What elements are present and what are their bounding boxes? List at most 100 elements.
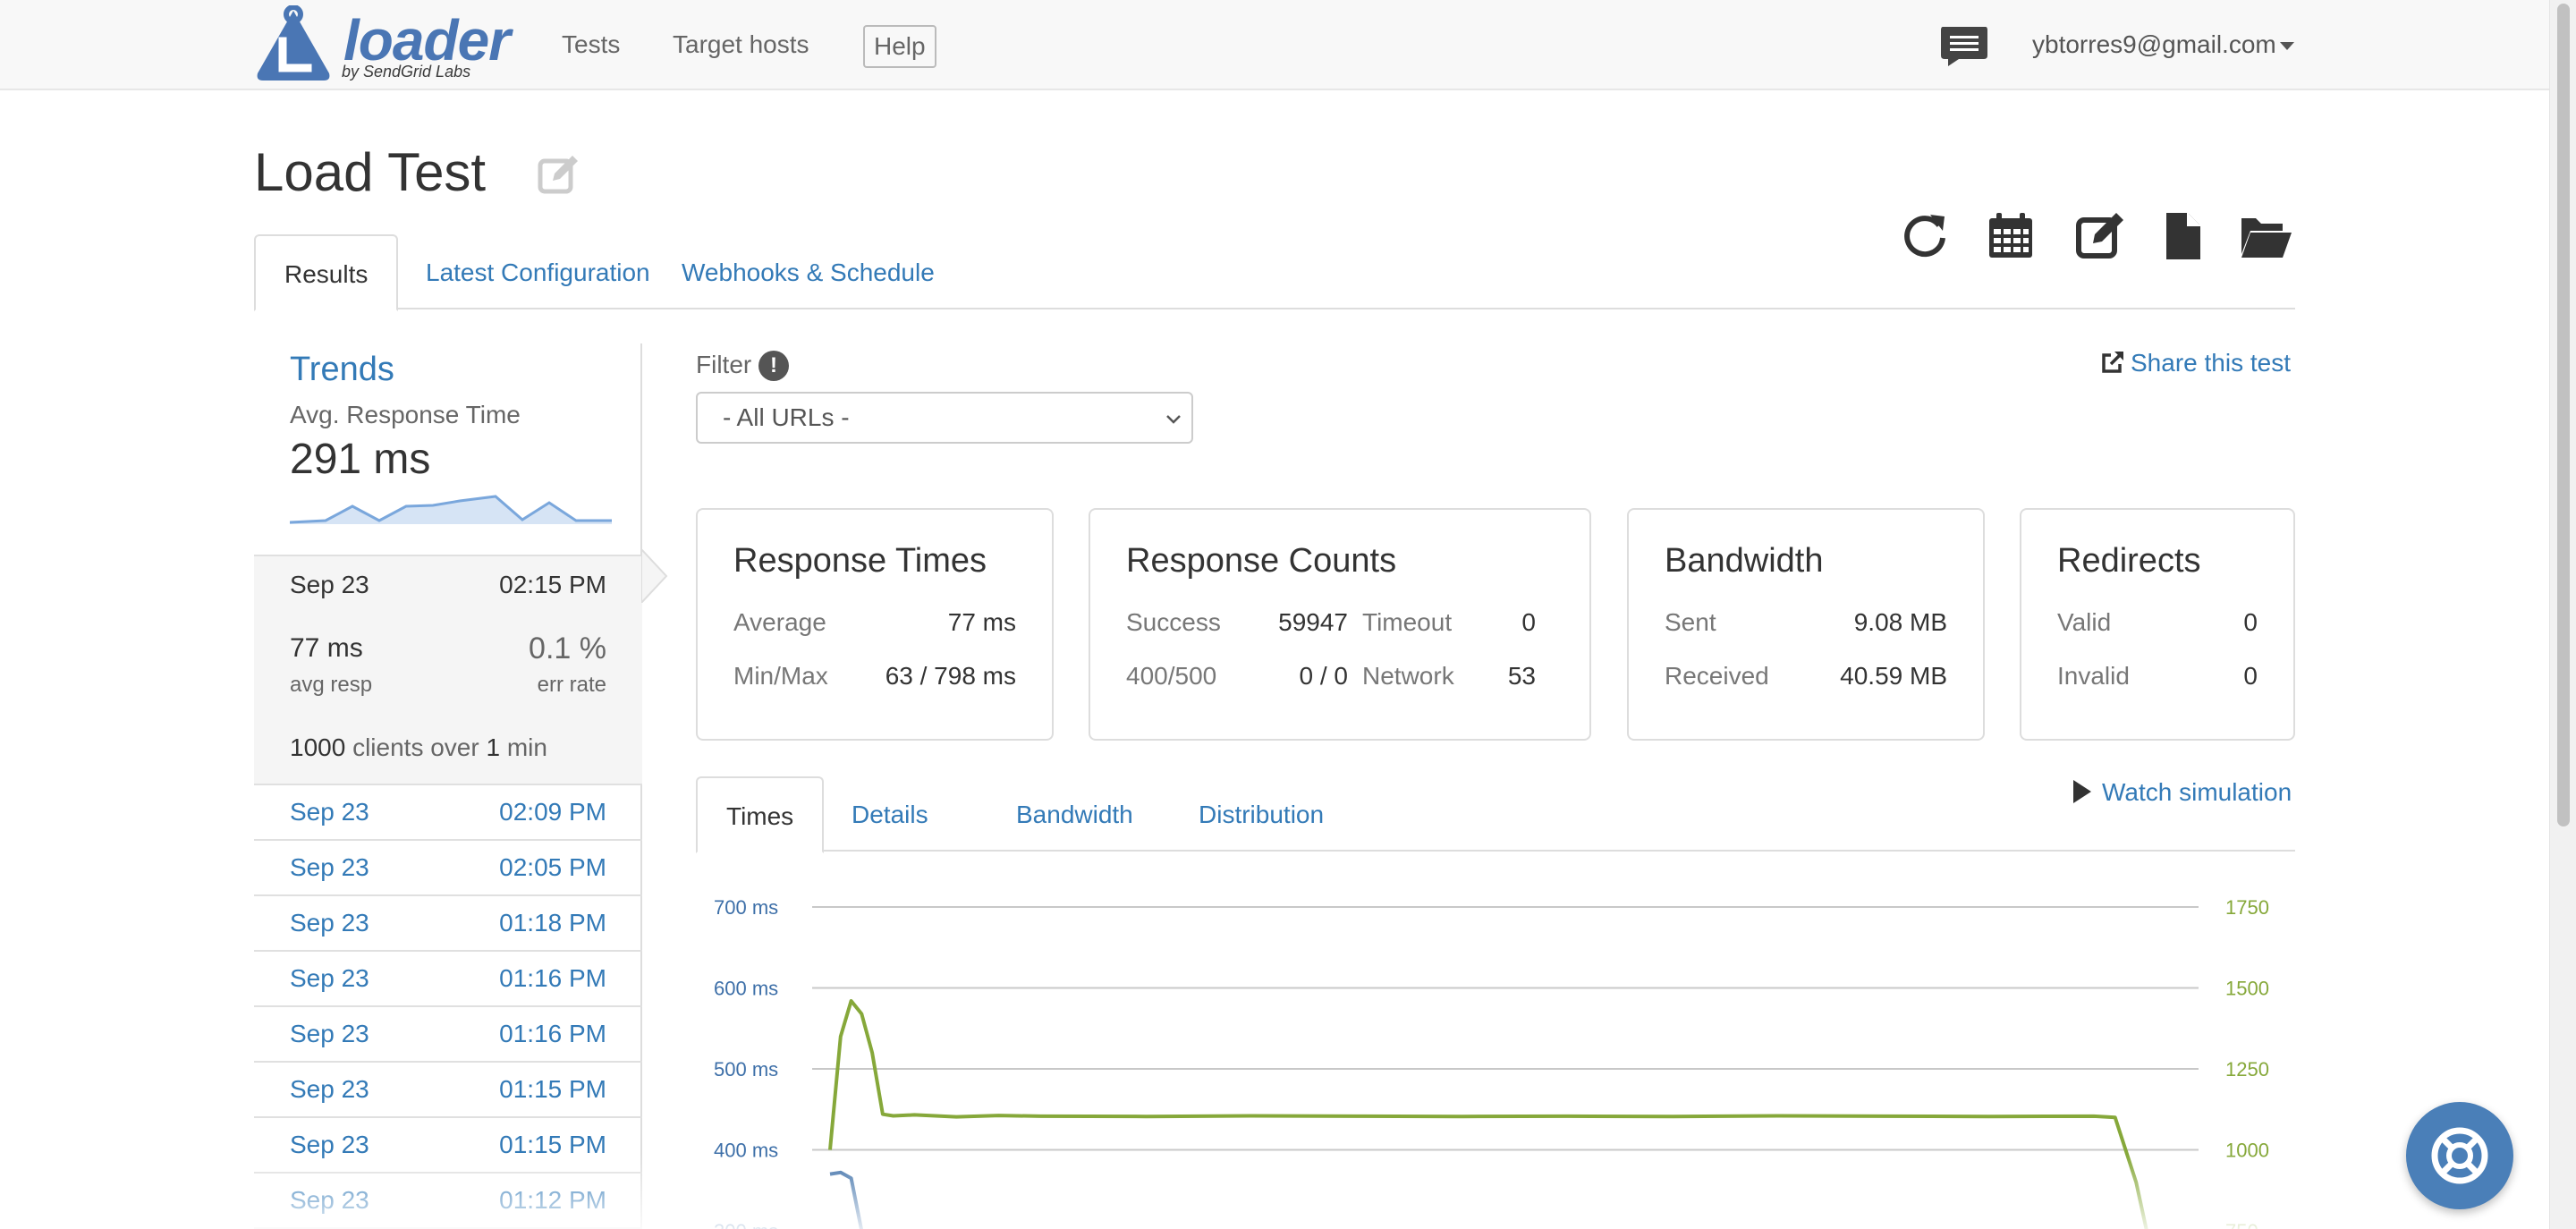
timeout-label: Timeout [1362, 608, 1453, 636]
results-subtabs: Times Details Bandwidth Distribution [696, 776, 2295, 853]
tab-latest-configuration[interactable]: Latest Configuration [397, 234, 679, 309]
lifebuoy-icon [2431, 1127, 2488, 1184]
sent-label: Sent [1665, 608, 1716, 636]
valid-value: 0 [2243, 608, 2258, 636]
current-run-date: Sep 23 [290, 571, 369, 598]
series-line-0 [828, 999, 2148, 1229]
share-test-label: Share this test [2131, 349, 2291, 377]
history-date: Sep 23 [290, 1020, 369, 1047]
user-email: ybtorres9@gmail.com [2032, 30, 2276, 58]
timeout-value: 0 [1521, 608, 1536, 636]
current-run-pointer-icon [641, 549, 668, 603]
success-value: 59947 [1278, 608, 1348, 636]
y-right-tick-label: 750 [2225, 1220, 2258, 1229]
main-tabs: Results Latest Configuration Webhooks & … [254, 234, 2295, 311]
clients-count: 1000 [290, 733, 346, 761]
history-item[interactable]: Sep 23 01:18 PM [254, 896, 642, 952]
invalid-value: 0 [2243, 662, 2258, 690]
y-right-tick-label: 1000 [2225, 1140, 2269, 1162]
network-label: Network [1362, 662, 1454, 690]
history-date: Sep 23 [290, 798, 369, 826]
sent-value: 9.08 MB [1853, 608, 1947, 636]
scrollbar-thumb[interactable] [2557, 4, 2570, 826]
history-item[interactable]: Sep 23 02:05 PM [254, 841, 642, 896]
history-item[interactable]: Sep 23 01:15 PM [254, 1118, 642, 1174]
panel-title: Response Counts [1126, 542, 1397, 580]
current-run-summary: 1000 clients over 1 min [290, 733, 547, 762]
current-err-rate: 0.1 % [529, 631, 606, 665]
average-label: Average [733, 608, 826, 636]
history-time: 01:18 PM [499, 909, 606, 937]
help-button[interactable]: Help [863, 25, 936, 68]
invalid-label: Invalid [2057, 662, 2130, 690]
redirects-panel: Redirects Valid 0 Invalid 0 [2020, 508, 2295, 741]
history-time: 01:16 PM [499, 1020, 606, 1047]
y-right-tick-label: 1250 [2225, 1058, 2269, 1081]
subtab-details[interactable]: Details [823, 776, 957, 852]
loader-logo-icon [257, 5, 330, 81]
url-filter-select[interactable]: - All URLs - [696, 392, 1193, 444]
y-left-tick-label: 300 ms [714, 1220, 778, 1229]
valid-label: Valid [2057, 608, 2112, 636]
history-date: Sep 23 [290, 909, 369, 937]
top-navbar: loader by SendGrid Labs Tests Target hos… [0, 0, 2576, 90]
average-value: 77 ms [947, 608, 1016, 636]
history-date: Sep 23 [290, 1131, 369, 1158]
avg-response-label: Avg. Response Time [290, 401, 521, 428]
trend-sparkline [290, 495, 612, 524]
brand-subtitle: by SendGrid Labs [342, 63, 471, 81]
nav-target-hosts[interactable]: Target hosts [673, 30, 809, 59]
response-times-panel: Response Times Average 77 ms Min/Max 63 … [696, 508, 1054, 741]
tab-webhooks-schedule[interactable]: Webhooks & Schedule [653, 234, 963, 309]
history-item[interactable]: Sep 23 01:12 PM [254, 1174, 642, 1229]
subtab-bandwidth[interactable]: Bandwidth [987, 776, 1162, 852]
history-date: Sep 23 [290, 1186, 369, 1214]
tab-results[interactable]: Results [254, 234, 399, 311]
response-times-chart: 700 ms 1750 600 ms 1500 500 ms 1250 400 ms 1000… [714, 896, 2269, 1229]
current-run[interactable]: Sep 23 02:15 PM 77 ms avg resp 0.1 % err… [254, 555, 642, 785]
brand-logo[interactable]: loader by SendGrid Labs [252, 4, 511, 84]
avg-response-value: 291 ms [290, 436, 431, 483]
chat-icon[interactable] [1939, 25, 1989, 68]
panel-title: Response Times [733, 542, 987, 580]
y-left-tick-label: 500 ms [714, 1058, 778, 1081]
http-errors-value: 0 / 0 [1299, 662, 1348, 690]
received-label: Received [1665, 662, 1769, 690]
panel-title: Bandwidth [1665, 542, 1824, 580]
play-icon [2073, 780, 2091, 803]
y-right-tick-label: 1500 [2225, 978, 2269, 1000]
duration-unit: min [506, 733, 547, 761]
trends-sidebar: Trends Avg. Response Time 291 ms Sep 23 … [254, 343, 668, 1229]
history-date: Sep 23 [290, 853, 369, 881]
y-left-tick-label: 600 ms [714, 978, 778, 1000]
history-item[interactable]: Sep 23 01:16 PM [254, 1007, 642, 1063]
subtab-times[interactable]: Times [696, 776, 825, 853]
watch-simulation-link[interactable]: Watch simulation [2073, 778, 2292, 807]
history-item[interactable]: Sep 23 01:16 PM [254, 952, 642, 1007]
history-item[interactable]: Sep 23 02:09 PM [254, 785, 642, 841]
network-value: 53 [1507, 662, 1536, 690]
y-right-tick-label: 1750 [2225, 896, 2269, 919]
chevron-down-icon [1166, 415, 1181, 424]
share-test-link[interactable]: Share this test [2100, 349, 2291, 377]
chevron-down-icon [2279, 42, 2294, 51]
panel-title: Redirects [2057, 542, 2201, 580]
help-support-button[interactable] [2406, 1102, 2513, 1209]
current-avg-resp: 77 ms [290, 633, 363, 663]
history-item[interactable]: Sep 23 01:15 PM [254, 1063, 642, 1118]
subtab-distribution[interactable]: Distribution [1170, 776, 1352, 852]
info-icon[interactable]: ! [758, 351, 789, 381]
filter-label: Filter [696, 351, 752, 378]
history-time: 01:15 PM [499, 1131, 606, 1158]
run-history-list: Sep 23 02:09 PM Sep 23 02:05 PM Sep 23 01:1… [254, 785, 642, 1229]
history-time: 01:16 PM [499, 964, 606, 992]
user-menu[interactable]: ybtorres9@gmail.com [2032, 30, 2294, 59]
trends-title[interactable]: Trends [290, 351, 394, 389]
page-scrollbar[interactable] [2549, 0, 2576, 1229]
y-left-tick-label: 400 ms [714, 1140, 778, 1162]
nav-tests[interactable]: Tests [562, 30, 620, 59]
current-avg-resp-label: avg resp [290, 673, 373, 697]
history-time: 01:12 PM [499, 1186, 606, 1214]
share-icon [2102, 352, 2123, 373]
edit-title-icon[interactable] [537, 152, 581, 197]
